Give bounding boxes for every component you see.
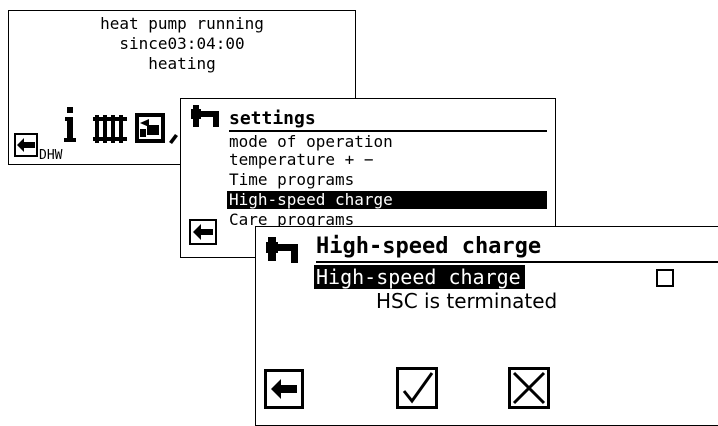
back-arrow-icon [271,379,297,399]
radiator-button[interactable] [93,115,127,147]
cancel-cross-icon [512,371,546,405]
status-line-2: since03:04:00 [119,34,245,53]
menu-item-temperature[interactable]: temperature + − [229,151,374,169]
page-title: High-speed charge [316,234,542,259]
heating-curve-icon [135,113,165,143]
status-text: HSC is terminated [376,289,558,313]
status-line-3: heating [148,54,216,73]
high-speed-charge-checkbox[interactable] [656,269,674,287]
dhw-icon-box [264,237,300,271]
info-sub-label: DHW [39,148,63,163]
confirm-button[interactable] [396,367,438,409]
confirm-check-icon [402,372,434,404]
menu-item-mode-of-operation[interactable]: mode of operation [229,133,393,151]
back-button[interactable] [264,369,304,409]
back-arrow-icon [17,138,35,152]
radiator-icon [93,115,127,143]
back-button[interactable] [14,133,38,157]
info-icon [64,107,76,142]
menu-item-time-programs[interactable]: Time programs [229,171,354,189]
menu-item-high-speed-charge[interactable]: High-speed charge [227,191,547,209]
partial-icon [169,129,179,148]
back-arrow-icon [193,224,213,240]
page-title: settings [229,108,316,129]
dhw-button [189,105,221,135]
back-button[interactable] [189,219,217,245]
title-underline [316,261,718,263]
tap-icon [191,105,219,127]
option-high-speed-charge[interactable]: High-speed charge [314,265,525,289]
heating-curve-button[interactable] [135,113,165,147]
high-speed-charge-screen: High-speed charge High-speed charge HSC … [255,226,718,426]
cancel-button[interactable] [508,367,550,409]
tap-icon [169,134,178,144]
status-line-1: heat pump running [100,14,264,33]
info-dhw-button[interactable] [63,107,77,147]
tap-icon [266,237,298,263]
